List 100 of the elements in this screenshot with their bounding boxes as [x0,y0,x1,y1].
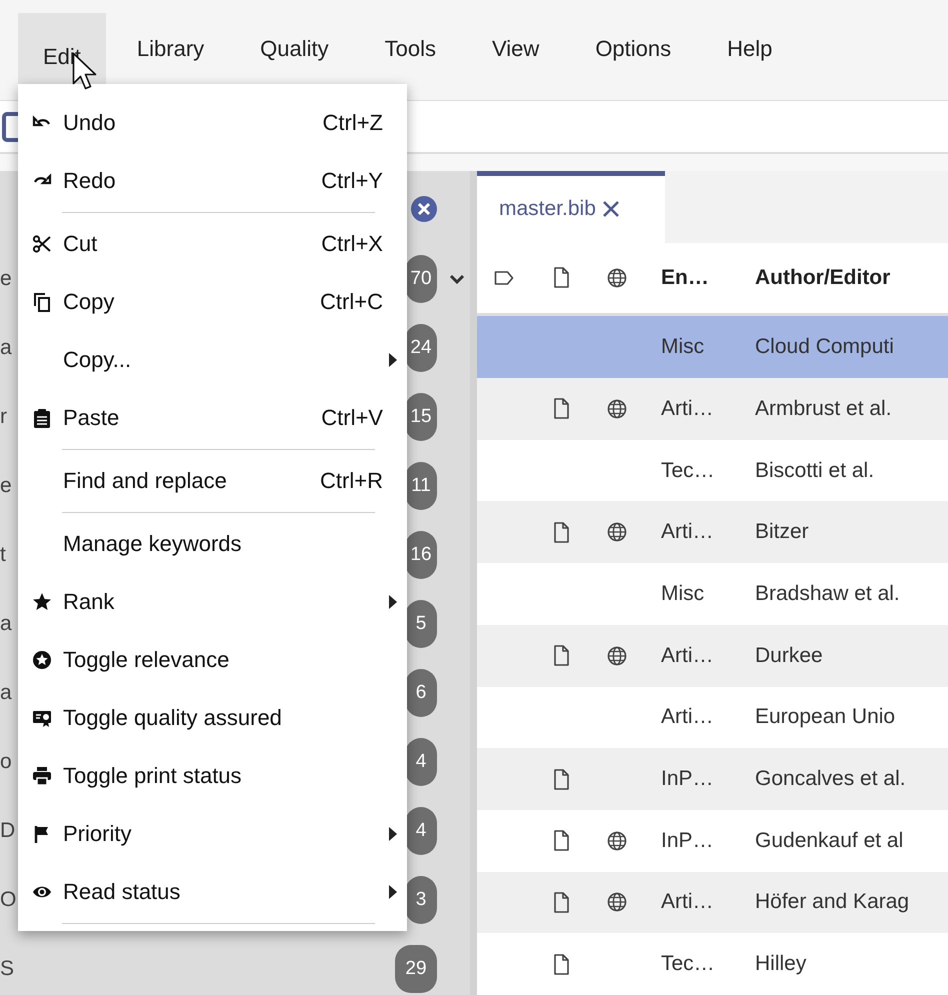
file-icon[interactable] [552,398,570,420]
table-cell-text: Arti… [660,396,714,421]
count-badge: 15 [405,392,437,440]
shortcut-label: Ctrl+Z [322,110,383,136]
table-cell-text: Arti… [660,890,714,914]
splitter-handle[interactable] [470,171,477,995]
globe-icon[interactable] [607,268,627,288]
group-name: S [0,956,14,980]
table-cell-text: InP… [660,828,715,853]
globe-icon[interactable] [607,522,627,542]
globe-icon[interactable] [607,646,627,666]
table-cell-text: Arti… [660,705,714,730]
menu-item[interactable]: Paste [63,405,120,431]
menu-item[interactable]: Read status [63,879,180,905]
table-cell-text: Tec… [660,952,716,976]
count-badge: 4 [405,806,437,854]
table-cell-text: Tec… [660,458,716,483]
table-cell: Durkee [755,644,823,668]
file-icon[interactable] [552,830,570,852]
count-badge: 3 [405,876,437,924]
count-badge: 4 [405,738,437,786]
table-cell-text: Misc [660,582,706,606]
group-name: o [0,750,12,774]
table-cell-text: Arti… [660,644,714,668]
badge-icon [32,708,52,728]
group-name: e [0,266,12,290]
group-name: e [0,474,12,498]
menu-item[interactable]: Copy... [63,347,132,373]
file-icon[interactable] [552,522,570,543]
group-name: D [0,818,16,842]
copy-icon [32,292,52,312]
group-name: a [0,680,12,704]
table-cell: Armbrust et al. [755,396,892,421]
menu-bar-item[interactable]: View [467,13,564,85]
clear-icon[interactable] [410,195,438,223]
menu-bar-item[interactable]: Options [570,13,696,85]
menu-item[interactable]: Undo [63,110,116,136]
shortcut-label: Ctrl+C [320,289,383,315]
file-icon[interactable] [552,768,570,790]
menu-item[interactable]: Redo [63,168,116,194]
submenu-arrow-icon [389,353,397,367]
menu-bar-item[interactable]: Library [112,13,230,85]
table-cell: Höfer and Karag [755,890,910,914]
table-cell: Cloud Computi [755,335,894,360]
file-icon[interactable] [552,954,570,975]
group-name: r [0,404,7,428]
table-cell: Bradshaw et al. [755,582,900,606]
shortcut-label: Ctrl+R [320,468,383,494]
count-badge: 16 [405,530,437,578]
menu-bar-item[interactable]: Quality [235,13,354,85]
file-icon[interactable] [552,267,570,288]
printer-icon [32,766,52,786]
column-header[interactable]: Author/Editor [755,266,890,290]
menu-item[interactable]: Manage keywords [63,531,242,557]
shortcut-label: Ctrl+V [321,405,383,431]
scissors-icon [32,234,52,254]
column-header[interactable]: En… [645,266,755,290]
clipboard-icon [32,408,52,428]
group-name: t [0,542,6,566]
submenu-arrow-icon [389,885,397,899]
menu-bar-item[interactable]: Tools [360,13,462,85]
menu-item[interactable]: Toggle relevance [63,647,230,673]
submenu-arrow-icon [389,595,397,609]
menu-item[interactable]: Copy [63,289,114,315]
table-cell: Goncalves et al. [755,767,906,792]
group-name: a [0,612,12,636]
menu-item[interactable]: Toggle quality assured [63,705,282,731]
shortcut-label: Ctrl+Y [321,168,383,194]
globe-icon[interactable] [607,892,627,912]
menu-item[interactable]: Cut [63,231,98,257]
menu-item[interactable]: Toggle print status [63,763,242,789]
menu-item[interactable]: Rank [63,589,114,615]
count-badge: 6 [405,668,437,716]
table-cell: Biscotti et al. [755,458,874,483]
chevron-down-icon[interactable] [449,274,465,284]
file-tab[interactable]: master.bib [477,171,665,243]
selected-row-highlight[interactable]: Misc Cloud Computi [477,316,948,378]
table-cell-text: Misc [660,335,706,360]
count-badge: 29 [395,944,437,992]
count-badge: 24 [405,324,437,372]
table-cell: Hilley [755,952,806,976]
close-icon[interactable] [602,200,620,218]
count-badge: 70 [405,254,437,302]
menu-item[interactable]: Priority [63,821,132,847]
table-cell: Bitzer [755,520,809,544]
globe-icon[interactable] [607,398,627,419]
file-icon[interactable] [552,892,570,913]
globe-icon[interactable] [607,830,627,851]
menu-item[interactable]: Find and replace [63,468,227,494]
count-badge: 11 [405,462,437,510]
tag-icon[interactable] [494,270,514,286]
submenu-arrow-icon [389,827,397,841]
menu-bar-item[interactable]: Help [702,13,798,85]
star-icon [32,592,52,612]
shortcut-label: Ctrl+X [321,231,383,257]
table-cell-text: Arti… [660,520,714,544]
file-icon[interactable] [552,645,570,666]
count-badge: 5 [405,600,437,648]
table-cell-text: InP… [660,767,715,792]
star-circle-icon [32,650,52,670]
